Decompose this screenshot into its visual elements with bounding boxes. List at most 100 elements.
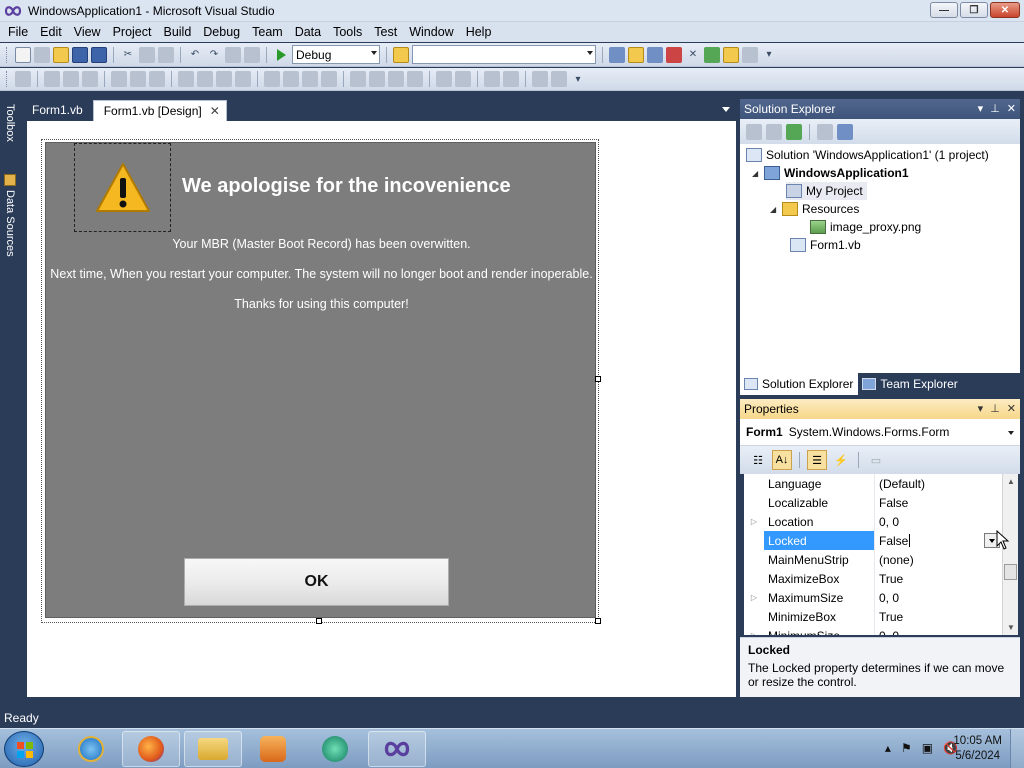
taskbar-firefox[interactable] [122,731,180,767]
close-pane-icon[interactable]: ✕ [1007,102,1016,115]
close-pane-icon[interactable]: ✕ [1007,402,1016,415]
horizontal-spacing-remove-icon[interactable] [321,71,337,87]
menu-view[interactable]: View [68,25,107,39]
scroll-up-icon[interactable]: ▲ [1007,477,1015,486]
pin-icon[interactable]: ⊥ [990,102,1000,115]
menu-tools[interactable]: Tools [327,25,368,39]
toolbar-grip[interactable] [6,71,9,87]
maximize-button[interactable]: ❐ [960,2,988,18]
align-lefts-icon[interactable] [44,71,60,87]
size-to-grid-icon[interactable] [197,71,213,87]
tree-item-solution[interactable]: Solution 'WindowsApplication1' (1 projec… [746,146,989,164]
taskbar-app[interactable] [306,731,364,767]
tree-item-project[interactable]: ◢ WindowsApplication1 [752,164,909,182]
property-row-minimumsize[interactable]: ▷ MinimumSize 0, 0 [744,626,1002,635]
menu-file[interactable]: File [2,25,34,39]
start-button[interactable] [4,731,44,767]
tree-item-resources[interactable]: ◢ Resources [770,200,859,218]
document-outline-icon[interactable] [723,46,739,63]
property-value[interactable]: False [879,534,908,548]
tab-form1-code[interactable]: Form1.vb [22,100,93,121]
align-tops-icon[interactable] [111,71,127,87]
expand-arrow-icon[interactable]: ▷ [744,631,764,635]
network-icon[interactable]: ▣ [922,741,933,755]
toolbar-grip[interactable] [6,46,9,63]
make-same-width-icon[interactable] [178,71,194,87]
cut-icon[interactable]: ✂ [120,47,136,63]
property-row-localizable[interactable]: Localizable False [744,493,1002,512]
action-center-flag-icon[interactable]: ⚑ [901,741,912,755]
toolbox-tab[interactable]: Toolbox [2,104,18,142]
navigate-forward-icon[interactable] [244,46,260,63]
property-row-mainmenustrip[interactable]: MainMenuStrip (none) [744,550,1002,569]
window-position-icon[interactable]: ▾ [978,402,984,415]
solution-configuration-select[interactable]: Debug [292,45,380,64]
scrollbar-thumb[interactable] [1004,564,1017,580]
taskbar-clock[interactable]: 10:05 AM 5/6/2024 [953,734,1002,764]
expand-arrow-icon[interactable]: ▷ [744,517,764,526]
alphabetical-icon[interactable]: A↓ [772,450,792,470]
align-bottoms-icon[interactable] [149,71,165,87]
paste-icon[interactable] [158,46,174,63]
align-middles-icon[interactable] [130,71,146,87]
menu-help[interactable]: Help [460,25,498,39]
align-rights-icon[interactable] [82,71,98,87]
expand-arrow-icon[interactable]: ◢ [770,205,778,214]
taskbar-internet-explorer[interactable] [62,731,120,767]
property-value[interactable]: True [874,607,1002,626]
menu-data[interactable]: Data [289,25,327,39]
view-designer-icon[interactable] [837,123,853,140]
taskbar-visual-studio[interactable] [368,731,426,767]
property-row-location[interactable]: ▷ Location 0, 0 [744,512,1002,531]
save-all-icon[interactable] [91,46,107,63]
center-vertically-icon[interactable] [455,71,471,87]
property-value-editor[interactable]: False [874,531,1002,550]
menu-test[interactable]: Test [368,25,403,39]
menu-debug[interactable]: Debug [197,25,246,39]
form-heading-label[interactable]: We apologise for the incovenience [182,175,511,198]
undo-icon[interactable]: ↶ [187,47,203,63]
tab-team-explorer[interactable]: Team Explorer [858,373,962,395]
tab-form1-design[interactable]: Form1.vb [Design] ✕ [92,100,227,121]
start-page-icon[interactable] [704,46,720,63]
align-to-grid-icon[interactable] [15,71,31,87]
horizontal-spacing-equal-icon[interactable] [264,71,280,87]
form-designer-surface[interactable]: We apologise for the incovenience Your M… [27,121,736,697]
properties-view-icon[interactable]: ☰ [807,450,827,470]
categorized-icon[interactable]: ☷ [748,450,768,470]
resize-handle-bottom[interactable] [316,618,322,624]
align-centers-icon[interactable] [63,71,79,87]
menu-team[interactable]: Team [246,25,289,39]
vertical-spacing-increase-icon[interactable] [369,71,385,87]
expand-arrow-icon[interactable]: ▷ [744,593,764,602]
taskbar-file-explorer[interactable] [184,731,242,767]
picture-box[interactable] [74,143,171,232]
close-tab-icon[interactable]: ✕ [210,104,220,121]
tree-item-my-project[interactable]: My Project [786,182,867,200]
properties-window-icon[interactable] [628,46,644,63]
object-selector[interactable]: Form1 System.Windows.Forms.Form [740,419,1020,446]
vertical-spacing-equal-icon[interactable] [350,71,366,87]
refresh-icon[interactable] [786,123,802,140]
send-to-back-icon[interactable] [503,71,519,87]
thanks-label[interactable]: Thanks for using this computer! [46,297,597,311]
open-file-icon[interactable] [53,46,69,63]
property-pages-icon[interactable]: ▭ [866,450,886,470]
resize-handle-right[interactable] [595,376,601,382]
property-value[interactable]: True [874,569,1002,588]
expand-arrow-icon[interactable]: ◢ [752,169,760,178]
property-value[interactable]: 0, 0 [874,626,1002,635]
property-value[interactable]: (none) [874,550,1002,569]
minimize-button[interactable]: — [930,2,958,18]
menu-window[interactable]: Window [403,25,459,39]
toolbar-options-icon[interactable]: ▾ [570,71,586,87]
find-combo[interactable] [412,45,596,64]
property-row-locked[interactable]: Locked False [744,531,1002,550]
mbr-message-label[interactable]: Your MBR (Master Boot Record) has been o… [46,237,597,251]
make-same-height-icon[interactable] [216,71,232,87]
view-code-icon[interactable] [817,123,833,140]
save-icon[interactable] [72,46,88,63]
copy-icon[interactable] [139,46,155,63]
events-lightning-icon[interactable]: ⚡ [831,450,851,470]
redo-icon[interactable]: ↷ [206,47,222,63]
